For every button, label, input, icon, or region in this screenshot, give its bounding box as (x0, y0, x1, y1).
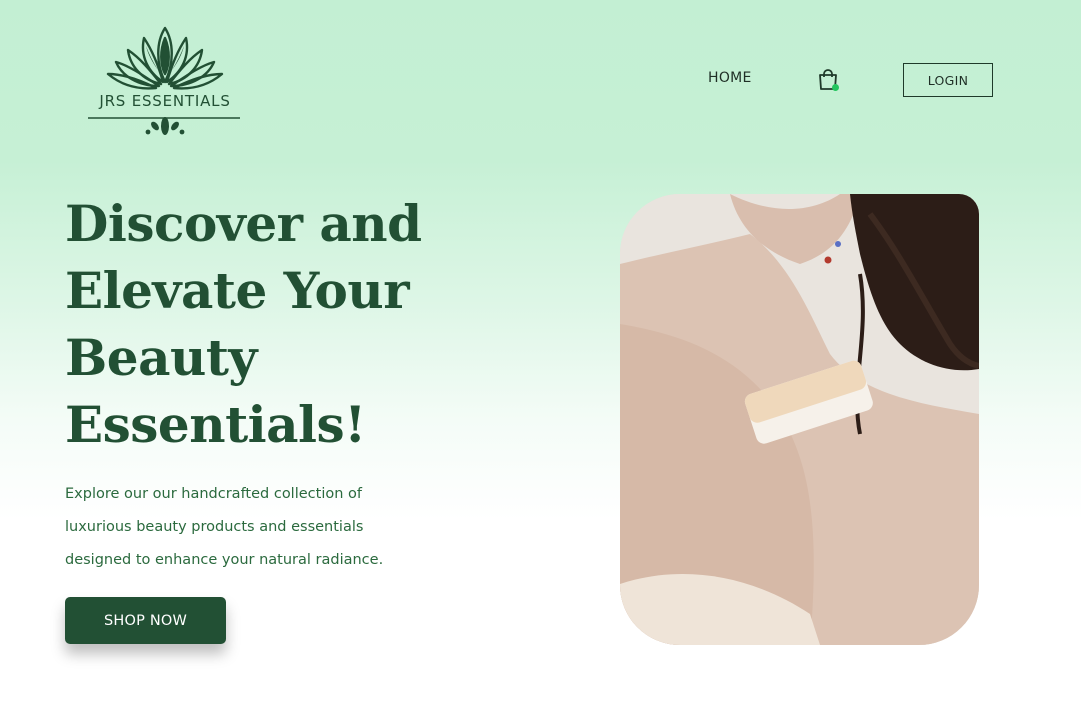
login-button[interactable]: LOGIN (903, 63, 993, 97)
hero-image (620, 194, 979, 645)
brand-logo[interactable]: JRS ESSENTIALS (86, 20, 244, 140)
lotus-icon (88, 26, 240, 135)
brand-name: JRS ESSENTIALS (99, 92, 231, 110)
hero-title: Discover and Elevate Your Beauty Essenti… (65, 194, 422, 454)
cart-button[interactable] (816, 68, 840, 92)
cart-badge (832, 84, 839, 91)
nav-home-link[interactable]: HOME (708, 70, 752, 86)
hero-description: Explore our our handcrafted collection o… (65, 486, 384, 568)
shop-now-button[interactable]: SHOP NOW (65, 597, 226, 644)
